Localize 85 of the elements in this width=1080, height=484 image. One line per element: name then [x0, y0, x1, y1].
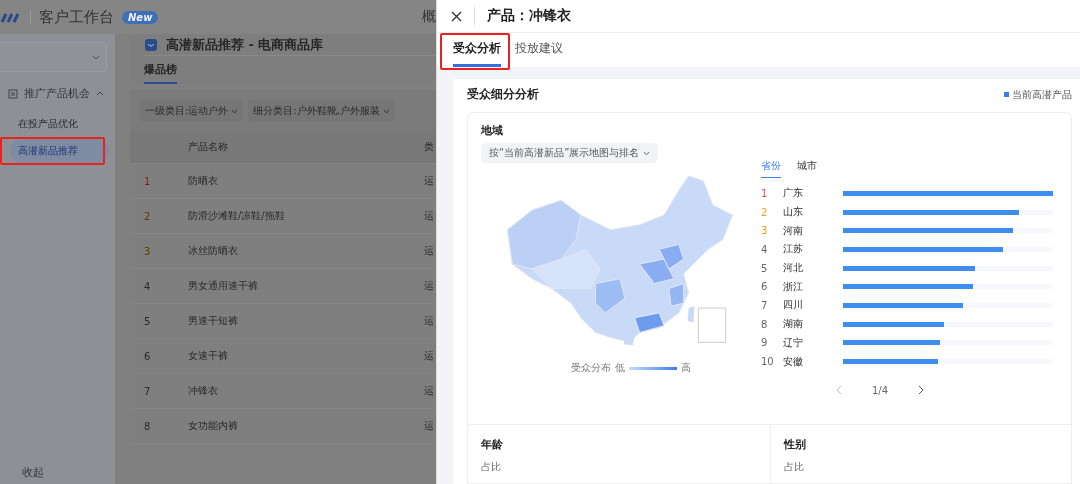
collapse-link[interactable]: 收起	[0, 465, 115, 480]
chevron-down-icon	[92, 54, 100, 60]
gradient-bar	[629, 366, 677, 370]
ranking-tab[interactable]: 省份	[761, 159, 781, 178]
panel-subtitle: 占比	[481, 460, 502, 474]
province-name: 广东	[783, 186, 804, 201]
province-name: 河北	[783, 261, 804, 276]
column-header: 类	[424, 139, 435, 154]
caret-icon	[382, 108, 390, 114]
rank-number: 7	[144, 385, 152, 397]
rank-number: 4	[144, 280, 152, 292]
ranking-tab[interactable]: 城市	[797, 159, 817, 178]
legend-item: 当前高潜产品	[1004, 87, 1072, 102]
table-cell-text: 运	[424, 314, 435, 328]
section-title: 受众细分分析	[467, 87, 539, 102]
rank-number: 7	[761, 299, 769, 311]
rank-number: 5	[761, 262, 769, 274]
chevron-right-icon[interactable]	[918, 385, 925, 396]
rank-number: 1	[144, 175, 152, 187]
page-title: 高潜新品推荐 - 电商商品库	[166, 35, 324, 54]
table-cell-text: 运	[424, 384, 435, 398]
panel-subtitle: 占比	[783, 460, 805, 474]
chevron-icon	[96, 91, 104, 96]
product-name: 男女通用速干裤	[188, 279, 259, 293]
new-badge: New	[122, 10, 159, 24]
table-cell-text: 运	[424, 209, 435, 223]
rank-number: 6	[761, 281, 769, 293]
rank-number: 8	[144, 420, 152, 432]
rank-number: 6	[144, 350, 152, 362]
legend-low: 低	[615, 361, 625, 375]
rank-number: 3	[144, 245, 152, 257]
caret-icon	[643, 150, 651, 156]
product-name: 女速干裤	[188, 349, 229, 363]
close-icon[interactable]	[451, 10, 462, 22]
rank-number: 3	[761, 225, 769, 237]
drawer-title: 产品：冲锋衣	[474, 7, 571, 25]
province-name: 江苏	[783, 242, 804, 257]
column-header: 产品名称	[188, 139, 229, 154]
province-name: 四川	[783, 298, 804, 313]
nav-group[interactable]: 推广产品机会	[0, 72, 115, 109]
bag-icon	[144, 37, 158, 52]
table-cell-text: 运	[424, 174, 435, 188]
table-cell-text: 运	[424, 279, 435, 293]
panel-title: 性别	[783, 437, 807, 452]
table-cell-text: 运	[424, 419, 435, 433]
product-name: 女功能内裤	[188, 419, 239, 433]
province-name: 浙江	[783, 279, 804, 294]
legend-high: 高	[681, 361, 691, 375]
rank-number: 4	[761, 243, 769, 255]
product-name: 冲锋衣	[188, 384, 219, 398]
table-cell-text: 运	[424, 244, 435, 258]
province-name: 安徽	[783, 354, 804, 369]
product-name: 防晒衣	[188, 174, 219, 188]
rank-number: 2	[761, 206, 769, 218]
rank-number: 5	[144, 315, 152, 327]
panel-title: 年龄	[481, 437, 504, 452]
drawer-tab[interactable]: 投放建议	[515, 33, 563, 67]
product-name: 冰丝防晒衣	[188, 244, 239, 258]
nav-group-label: 推广产品机会	[24, 86, 90, 101]
rank-number: 10	[761, 356, 775, 368]
rank-number: 2	[144, 210, 152, 222]
page-indicator: 1/4	[871, 384, 889, 396]
sidebar-item[interactable]: 在投产品优化	[10, 112, 109, 136]
product-name: 男速干短裤	[188, 314, 239, 328]
legend-label: 受众分布	[571, 361, 611, 375]
caret-icon	[231, 108, 239, 114]
region-title: 地域	[481, 123, 504, 138]
map-mode-dropdown[interactable]: 按“当前高潜新品”展示地图与排名	[481, 143, 659, 163]
page-tab[interactable]: 爆品榜	[144, 56, 177, 84]
sidebar-item[interactable]: 高潜新品推荐	[10, 139, 109, 163]
rank-number: 8	[761, 318, 769, 330]
filter-dropdown[interactable]: 细分类目:户外鞋靴,户外服装	[248, 100, 395, 122]
table-cell-text: 运	[424, 349, 435, 363]
rank-number: 1	[761, 187, 769, 199]
logo-icon	[0, 11, 22, 23]
nav-link[interactable]: 概	[422, 8, 436, 26]
app-title: 客户工作台	[39, 7, 114, 27]
highlight-frame	[440, 33, 510, 70]
list-icon	[8, 88, 18, 99]
rank-number: 9	[761, 337, 769, 349]
product-name: 防滑沙滩鞋/凉鞋/拖鞋	[188, 209, 286, 223]
province-name: 山东	[783, 205, 804, 220]
province-name: 辽宁	[783, 335, 804, 350]
province-name: 河南	[783, 223, 804, 238]
province-name: 湖南	[783, 317, 804, 332]
